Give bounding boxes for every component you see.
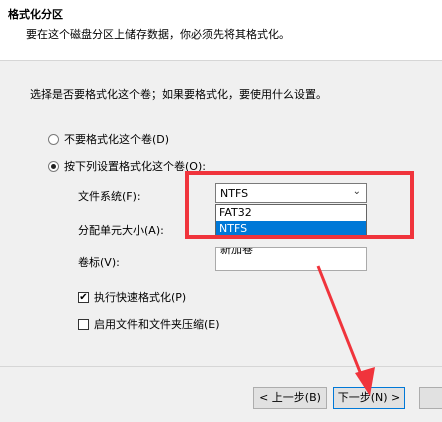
quick-format-checkbox[interactable]: ✔ <box>78 291 89 303</box>
allocation-unit-label: 分配单元大小(A): <box>78 224 164 237</box>
radio-format[interactable]: 按下列设置格式化这个卷(O): <box>48 158 206 174</box>
volume-label-value: 新加卷 <box>220 247 253 256</box>
annotation-highlight-box <box>185 171 414 239</box>
instruction-text: 选择是否要格式化这个卷；如果要格式化，要使用什么设置。 <box>30 88 327 101</box>
page-subtitle: 要在这个磁盘分区上储存数据，你必须先将其格式化。 <box>26 28 290 41</box>
quick-format-checkbox-row[interactable]: ✔ 执行快速格式化(P) <box>78 289 186 305</box>
annotation-arrow-line <box>316 265 366 383</box>
back-button[interactable]: < 上一步(B) <box>253 387 327 409</box>
compression-label: 启用文件和文件夹压缩(E) <box>94 318 220 331</box>
compression-checkbox[interactable] <box>78 318 89 330</box>
radio-no-format-label: 不要格式化这个卷(D) <box>64 133 170 146</box>
next-button[interactable]: 下一步(N) > <box>333 387 405 409</box>
file-system-label: 文件系统(F): <box>78 190 141 203</box>
volume-label-label: 卷标(V): <box>78 256 120 269</box>
volume-label-input[interactable]: 新加卷 <box>215 247 367 271</box>
radio-no-format[interactable]: 不要格式化这个卷(D) <box>48 131 169 147</box>
footer-divider <box>0 366 442 367</box>
radio-button-unchecked[interactable] <box>48 133 59 145</box>
compression-checkbox-row[interactable]: 启用文件和文件夹压缩(E) <box>78 316 220 332</box>
page-title: 格式化分区 <box>8 8 63 21</box>
radio-button-checked[interactable] <box>48 160 59 172</box>
cancel-button-partial[interactable] <box>419 387 442 409</box>
quick-format-label: 执行快速格式化(P) <box>94 291 187 304</box>
dialog-header: 格式化分区 要在这个磁盘分区上储存数据，你必须先将其格式化。 <box>0 0 442 61</box>
